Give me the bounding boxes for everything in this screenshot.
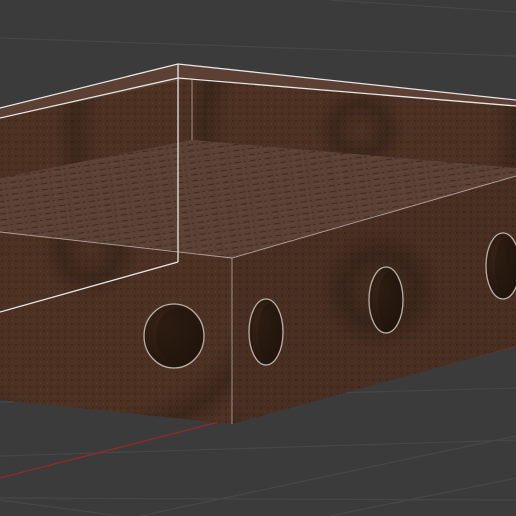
tray-hole (143, 303, 205, 369)
tray-hole (485, 232, 516, 300)
tray-hole (248, 298, 284, 366)
viewport-scene (0, 0, 516, 516)
wooden-tray-object[interactable] (0, 63, 516, 424)
3d-viewport[interactable] (0, 0, 516, 516)
tray-hole (368, 266, 404, 334)
